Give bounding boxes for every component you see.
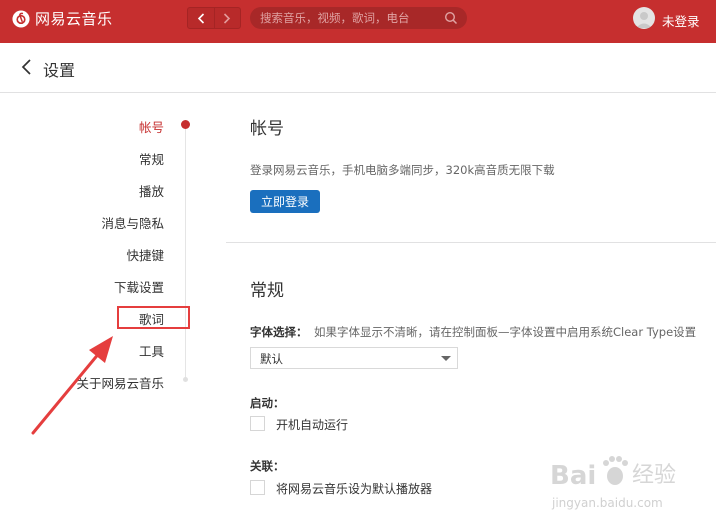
- netease-music-logo-icon: [12, 9, 30, 28]
- sidebar-item-playback[interactable]: 播放: [139, 181, 164, 200]
- page-title: 设置: [43, 61, 76, 80]
- watermark-brand-cn: 经验: [632, 463, 676, 488]
- nav-track-end: [183, 377, 188, 382]
- nav-track: [185, 124, 186, 380]
- title-bar: 网易云音乐 搜索音乐，视频，歌词，电台 未登录: [0, 0, 716, 43]
- section-divider: [226, 242, 716, 243]
- watermark-brand: Bai: [550, 461, 596, 491]
- search-icon[interactable]: [444, 11, 458, 25]
- back-arrow-icon: [197, 12, 205, 24]
- baidu-paw-icon: [603, 456, 628, 485]
- account-description: 登录网易云音乐，手机电脑多端同步，320k高音质无限下载: [250, 163, 555, 177]
- settings-sidebar: 帐号 常规 播放 消息与隐私 快捷键 下载设置 歌词 工具 关于网易云音乐: [0, 94, 225, 518]
- login-button[interactable]: 立即登录: [250, 190, 320, 213]
- history-nav: [187, 7, 241, 29]
- baidu-jingyan-watermark: Bai 经验 jingyan.baidu.com: [550, 456, 676, 510]
- general-section-title: 常规: [250, 281, 284, 301]
- startup-option-label[interactable]: 开机自动运行: [276, 416, 348, 433]
- app-name: 网易云音乐: [35, 10, 113, 28]
- sidebar-item-general[interactable]: 常规: [139, 149, 164, 168]
- app-logo[interactable]: 网易云音乐: [12, 8, 113, 29]
- search-placeholder: 搜索音乐，视频，歌词，电台: [260, 11, 410, 25]
- search-input[interactable]: 搜索音乐，视频，歌词，电台: [250, 7, 467, 29]
- forward-button[interactable]: [213, 8, 240, 28]
- sidebar-item-account[interactable]: 帐号: [139, 117, 164, 136]
- sidebar-item-download[interactable]: 下载设置: [114, 277, 164, 296]
- startup-checkbox[interactable]: [250, 416, 265, 431]
- annotation-arrow-icon: [31, 336, 113, 435]
- default-player-option-label[interactable]: 将网易云音乐设为默认播放器: [276, 480, 432, 497]
- back-button[interactable]: [188, 8, 214, 28]
- dropdown-caret-icon: [441, 356, 451, 361]
- sidebar-item-shortcuts[interactable]: 快捷键: [126, 245, 164, 264]
- lyrics-highlight-box: [117, 306, 190, 329]
- font-select-value: 默认: [260, 352, 283, 366]
- account-section-title: 帐号: [250, 119, 284, 139]
- sidebar-item-privacy[interactable]: 消息与隐私: [101, 213, 164, 232]
- font-label: 字体选择：: [250, 325, 308, 339]
- forward-arrow-icon: [224, 12, 231, 24]
- watermark-url: jingyan.baidu.com: [551, 496, 663, 510]
- nav-active-indicator: [181, 120, 190, 129]
- login-status[interactable]: 未登录: [662, 11, 700, 30]
- page-header: 设置: [0, 43, 716, 93]
- startup-label: 启动：: [250, 396, 285, 410]
- chevron-left-icon[interactable]: [20, 58, 34, 76]
- assoc-label: 关联：: [250, 459, 285, 473]
- avatar-icon: [636, 12, 652, 28]
- avatar[interactable]: [633, 7, 655, 29]
- sidebar-item-tools[interactable]: 工具: [139, 341, 164, 360]
- font-hint: 如果字体显示不清晰，请在控制面板—字体设置中启用系统Clear Type设置: [314, 325, 697, 339]
- font-select[interactable]: 默认: [250, 347, 458, 369]
- default-player-checkbox[interactable]: [250, 480, 265, 495]
